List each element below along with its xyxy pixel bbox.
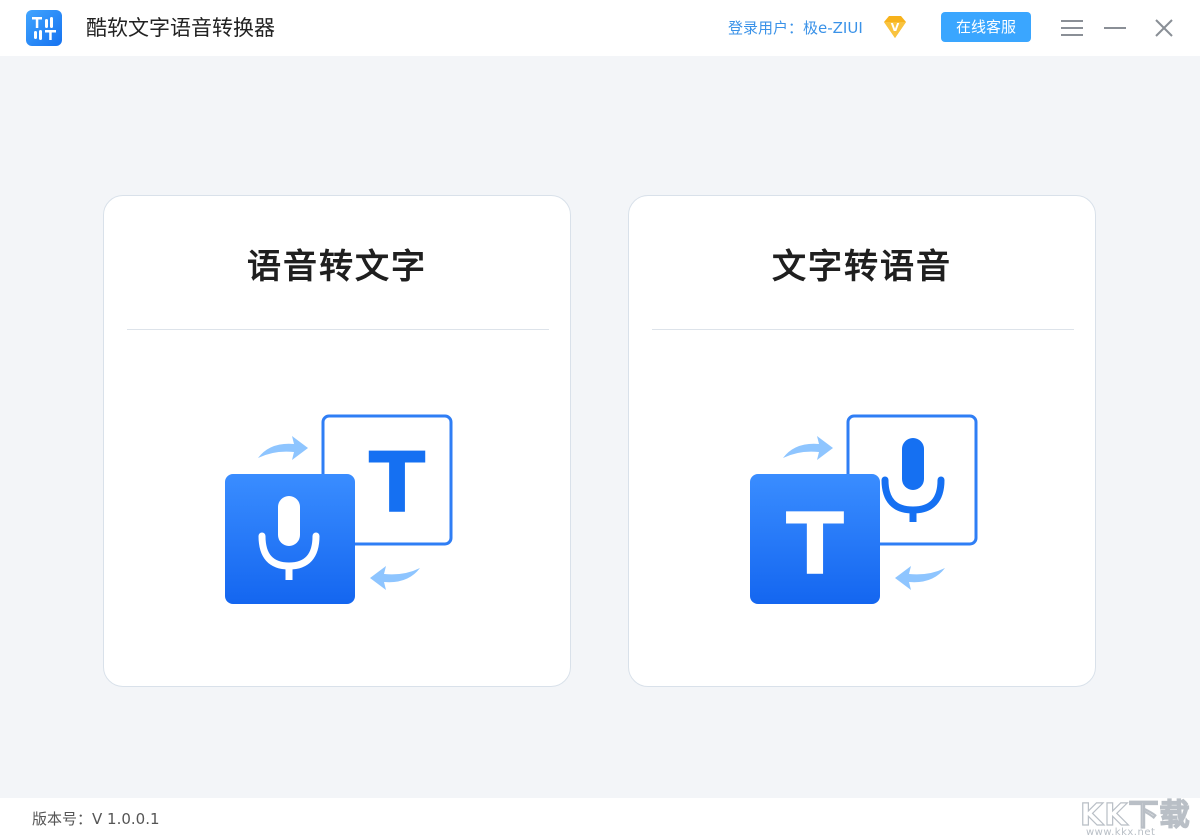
title-bar: 酷软文字语音转换器 登录用户：极e-ZIUI V 在线客服 bbox=[0, 0, 1200, 56]
vip-badge-text: V bbox=[891, 21, 900, 34]
text-glyph: T bbox=[368, 434, 425, 532]
text-to-speech-title: 文字转语音 bbox=[772, 247, 952, 287]
minimize-icon[interactable] bbox=[1101, 14, 1129, 42]
app-logo-icon bbox=[26, 10, 62, 46]
online-service-button[interactable]: 在线客服 bbox=[941, 12, 1031, 42]
watermark-logo: KK下载 www.kkx.net bbox=[1079, 799, 1198, 838]
app-title: 酷软文字语音转换器 bbox=[86, 16, 275, 40]
speech-to-text-card[interactable]: 语音转文字 T bbox=[103, 195, 571, 687]
text-to-speech-card[interactable]: 文字转语音 T bbox=[628, 195, 1096, 687]
speech-to-text-icon: T bbox=[222, 414, 454, 606]
close-icon[interactable] bbox=[1150, 14, 1178, 42]
card-divider bbox=[127, 329, 549, 330]
speech-to-text-title: 语音转文字 bbox=[247, 247, 427, 287]
card-divider bbox=[652, 329, 1074, 330]
vip-diamond-icon[interactable]: V bbox=[880, 14, 910, 42]
login-user-label[interactable]: 登录用户：极e-ZIUI bbox=[728, 17, 863, 39]
text-to-speech-icon: T bbox=[747, 414, 979, 606]
watermark-url: www.kkx.net bbox=[1086, 827, 1156, 838]
version-label: 版本号：V 1.0.0.1 bbox=[32, 810, 160, 828]
hamburger-menu-icon[interactable] bbox=[1058, 14, 1086, 42]
text-glyph: T bbox=[786, 495, 845, 595]
status-bar: 版本号：V 1.0.0.1 KK下载 www.kkx.net bbox=[0, 798, 1200, 840]
